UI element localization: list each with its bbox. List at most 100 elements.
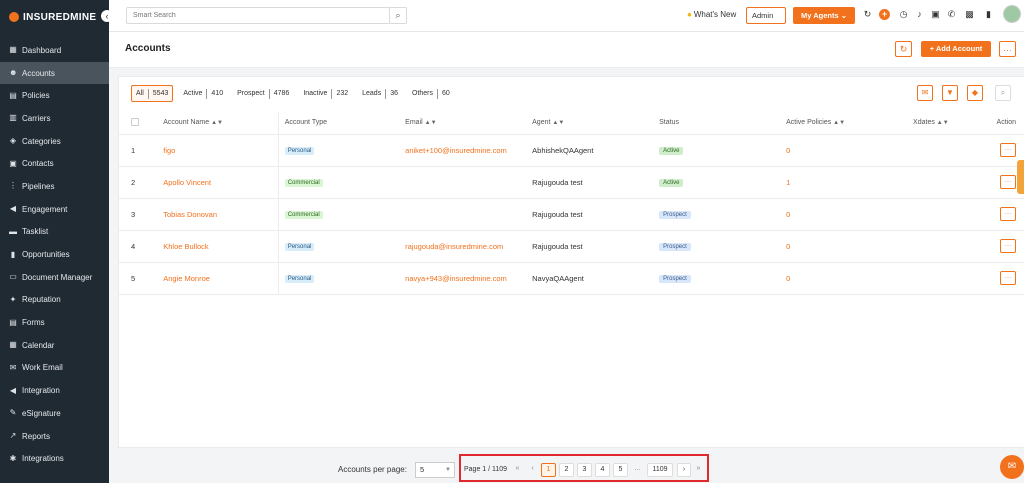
email-action-button[interactable]: ✉ bbox=[917, 85, 933, 101]
sidebar-item-esignature[interactable]: ✎ eSignature bbox=[0, 402, 109, 425]
sidebar-item-contacts[interactable]: ▣ Contacts bbox=[0, 152, 109, 175]
prev-page-button[interactable]: ‹ bbox=[527, 463, 538, 477]
sync-icon[interactable]: ↻ bbox=[862, 9, 873, 20]
email-link[interactable]: navya+943@insuredmine.com bbox=[405, 262, 533, 295]
col-agent[interactable]: Agent ▲▼ bbox=[532, 112, 660, 135]
per-page-select[interactable]: 5 ▼ bbox=[415, 462, 455, 478]
ellipsis-button[interactable]: ... bbox=[631, 463, 644, 477]
add-plus-icon[interactable]: + bbox=[879, 9, 890, 20]
active-policies-link[interactable]: 0 bbox=[786, 262, 914, 295]
row-menu-button[interactable]: … bbox=[1000, 207, 1016, 221]
active-policies-link[interactable]: 0 bbox=[786, 134, 914, 167]
search-input[interactable] bbox=[126, 7, 390, 24]
xdates-cell bbox=[913, 134, 984, 167]
page-3-button[interactable]: 3 bbox=[577, 463, 592, 477]
sidebar-item-reputation[interactable]: ✦ Reputation bbox=[0, 289, 109, 312]
account-name-link[interactable]: Angie Monroe bbox=[151, 262, 279, 295]
filter-inactive[interactable]: Inactive 232 bbox=[299, 85, 352, 102]
page-last-number-button[interactable]: 1109 bbox=[647, 463, 673, 477]
row-menu-button[interactable]: … bbox=[1000, 271, 1016, 285]
sidebar-item-forms[interactable]: ▤ Forms bbox=[0, 311, 109, 334]
sidebar-item-dashboard[interactable]: ▦ Dashboard bbox=[0, 39, 109, 62]
my-agents-button[interactable]: My Agents ⌄ bbox=[793, 7, 855, 24]
phone-icon[interactable]: ✆ bbox=[946, 9, 957, 20]
page-4-button[interactable]: 4 bbox=[595, 463, 610, 477]
account-name-link[interactable]: Apollo Vincent bbox=[151, 166, 279, 199]
table-row[interactable]: 2 Apollo Vincent Commercial Rajugouda test A… bbox=[119, 166, 1024, 199]
clock-icon[interactable]: ◷ bbox=[898, 9, 909, 20]
filter-button[interactable]: ▼ bbox=[942, 85, 958, 101]
first-page-button[interactable]: « bbox=[512, 463, 523, 477]
filter-others[interactable]: Others 60 bbox=[408, 85, 454, 102]
admin-dropdown[interactable]: Admin bbox=[746, 7, 786, 24]
table-row[interactable]: 1 figo Personal aniket+100@insuredmine.com A… bbox=[119, 134, 1024, 167]
avatar[interactable] bbox=[1003, 5, 1021, 23]
more-options-button[interactable]: … bbox=[999, 41, 1016, 57]
wallet-icon[interactable]: ▮ bbox=[983, 9, 994, 20]
add-account-button[interactable]: + Add Account bbox=[921, 41, 991, 57]
tag-icon: ◆ bbox=[971, 88, 979, 97]
account-name-link[interactable]: figo bbox=[151, 134, 279, 167]
sidebar-item-calendar[interactable]: ▦ Calendar bbox=[0, 334, 109, 357]
next-page-button[interactable]: › bbox=[677, 463, 691, 477]
sidebar-item-carriers[interactable]: ▥ Carriers bbox=[0, 107, 109, 130]
filter-all[interactable]: All 5543 bbox=[131, 85, 174, 102]
side-feedback-tab[interactable] bbox=[1017, 160, 1024, 194]
email-link[interactable]: aniket+100@insuredmine.com bbox=[405, 134, 533, 167]
sidebar-item-categories[interactable]: ◈ Categories bbox=[0, 130, 109, 153]
page-2-button[interactable]: 2 bbox=[559, 463, 574, 477]
filter-leads[interactable]: Leads 36 bbox=[358, 85, 402, 102]
col-email[interactable]: Email ▲▼ bbox=[405, 112, 533, 135]
active-policies-link[interactable]: 1 bbox=[786, 166, 914, 199]
row-menu-button[interactable]: … bbox=[1000, 175, 1016, 189]
row-menu-button[interactable]: … bbox=[1000, 239, 1016, 253]
tasklist-icon: ▬ bbox=[9, 226, 17, 236]
last-page-button[interactable]: » bbox=[693, 463, 704, 477]
filter-label: Leads bbox=[362, 90, 382, 97]
active-policies-link[interactable]: 0 bbox=[786, 230, 914, 263]
table-search-button[interactable]: ⌕ bbox=[995, 85, 1011, 101]
table-row[interactable]: 4 Khloe Bullock Personal rajugouda@insuredm… bbox=[119, 230, 1024, 263]
account-name-link[interactable]: Khloe Bullock bbox=[151, 230, 279, 263]
col-xdates[interactable]: Xdates ▲▼ bbox=[913, 112, 984, 135]
lightbulb-icon: ● bbox=[687, 10, 692, 19]
chip-icon[interactable]: ▩ bbox=[964, 9, 975, 20]
dialer-icon[interactable]: ▣ bbox=[930, 9, 941, 20]
email-link[interactable]: rajugouda@insuredmine.com bbox=[405, 230, 533, 263]
sidebar-item-pipelines[interactable]: ⋮ Pipelines bbox=[0, 175, 109, 198]
col-active-policies[interactable]: Active Policies ▲▼ bbox=[786, 112, 914, 135]
email-link[interactable] bbox=[405, 166, 533, 199]
tag-button[interactable]: ◆ bbox=[967, 85, 983, 101]
account-name-link[interactable]: Tobias Donovan bbox=[151, 198, 279, 231]
search-button[interactable]: ⌕ bbox=[389, 7, 407, 24]
sidebar-item-opportunities[interactable]: ▮ Opportunities bbox=[0, 243, 109, 266]
sidebar-item-document-manager[interactable]: ▭ Document Manager bbox=[0, 266, 109, 289]
select-all-checkbox[interactable] bbox=[119, 112, 152, 135]
chat-icon[interactable]: ✉ bbox=[1000, 455, 1024, 479]
sidebar-item-integrations[interactable]: ✱ Integrations bbox=[0, 447, 109, 470]
whats-new-link[interactable]: ● What's New bbox=[687, 10, 736, 19]
divider bbox=[147, 88, 149, 99]
sidebar-item-work-email[interactable]: ✉ Work Email bbox=[0, 357, 109, 380]
sidebar-item-accounts[interactable]: ☻ Accounts bbox=[0, 61, 109, 85]
email-link[interactable] bbox=[405, 198, 533, 231]
page-5-button[interactable]: 5 bbox=[613, 463, 628, 477]
filter-prospect[interactable]: Prospect 4786 bbox=[233, 85, 293, 102]
col-account-name[interactable]: Account Name ▲▼ bbox=[151, 112, 279, 135]
row-menu-button[interactable]: … bbox=[1000, 143, 1016, 157]
page-1-button[interactable]: 1 bbox=[541, 463, 556, 477]
table-row[interactable]: 3 Tobias Donovan Commercial Rajugouda test P… bbox=[119, 198, 1024, 231]
col-action: Action bbox=[983, 112, 1024, 135]
bell-icon[interactable]: ♪ bbox=[914, 9, 925, 20]
forms-icon: ▤ bbox=[9, 317, 17, 327]
refresh-button[interactable]: ↻ bbox=[895, 41, 912, 57]
filter-count: 410 bbox=[211, 90, 224, 97]
sidebar-item-engagement[interactable]: ◀ Engagement bbox=[0, 198, 109, 221]
sidebar-item-policies[interactable]: ▤ Policies bbox=[0, 84, 109, 107]
filter-active[interactable]: Active 410 bbox=[179, 85, 227, 102]
sidebar-item-tasklist[interactable]: ▬ Tasklist bbox=[0, 221, 109, 244]
sidebar-item-integration[interactable]: ◀ Integration bbox=[0, 379, 109, 402]
table-row[interactable]: 5 Angie Monroe Personal navya+943@insuredmi… bbox=[119, 262, 1024, 295]
sidebar-item-reports[interactable]: ↗ Reports bbox=[0, 425, 109, 448]
active-policies-link[interactable]: 0 bbox=[786, 198, 914, 231]
